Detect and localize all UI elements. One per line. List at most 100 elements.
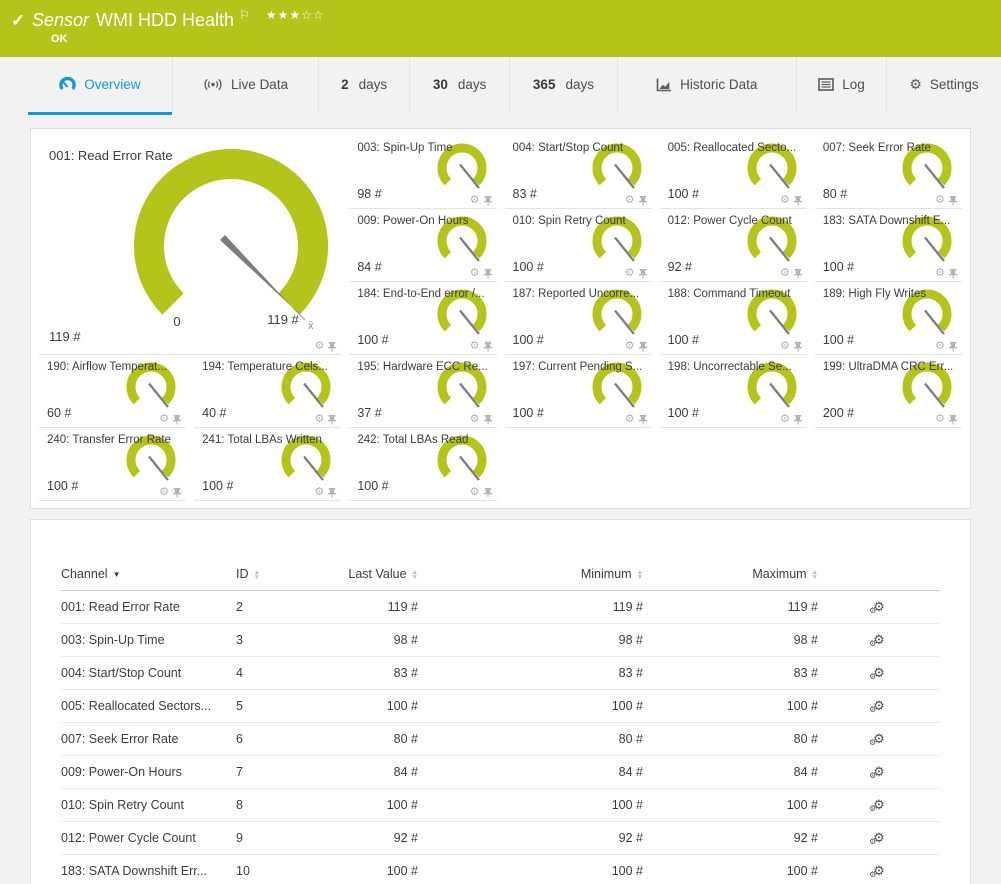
tab-overview[interactable]: Overview — [28, 57, 172, 115]
gear-icon[interactable]: ⚙ — [935, 341, 945, 352]
gear-icon[interactable]: ⚙ — [625, 414, 635, 425]
gear-icon[interactable]: ⚙ — [780, 268, 790, 279]
gauge-tile[interactable]: 242: Total LBAs Read 100 # ⚙ — [349, 428, 496, 501]
gauge-tile[interactable]: 183: SATA Downshift E... 100 # ⚙ — [815, 209, 962, 282]
tab-2-days[interactable]: 2 days — [318, 57, 408, 115]
gear-icon[interactable]: ⚙ — [314, 414, 324, 425]
pin-icon[interactable] — [483, 195, 493, 206]
gauge-tile[interactable]: 197: Current Pending S... 100 # ⚙ — [505, 355, 652, 428]
gauge-tile[interactable]: 198: Uncorrectable Se... 100 # ⚙ — [660, 355, 807, 428]
gear-icon[interactable]: ⚙ — [935, 195, 945, 206]
pin-icon[interactable] — [172, 487, 182, 498]
gear-icon[interactable]: ⚙ — [314, 487, 324, 498]
gauge-tile[interactable]: 012: Power Cycle Count 92 # ⚙ — [660, 209, 807, 282]
pin-icon[interactable] — [793, 195, 803, 206]
cell-channel[interactable]: 005: Reallocated Sectors... — [61, 690, 236, 723]
channel-settings-gears-icon[interactable]: ⚙⚙ — [873, 731, 885, 747]
gauge-tile[interactable]: 003: Spin-Up Time 98 # ⚙ — [349, 136, 496, 209]
column-header-id[interactable]: ID▲▼ — [236, 562, 336, 591]
cell-channel[interactable]: 009: Power-On Hours — [61, 756, 236, 789]
tab-365-days[interactable]: 365 days — [509, 57, 616, 115]
tab-log[interactable]: Log — [796, 57, 886, 115]
gauge-tile[interactable]: 190: Airflow Temperat... 60 # ⚙ — [39, 355, 186, 428]
column-header-channel[interactable]: Channel▼ — [61, 562, 236, 591]
channel-settings-gears-icon[interactable]: ⚙⚙ — [873, 698, 885, 714]
column-header-last-value[interactable]: Last Value▲▼ — [336, 562, 418, 591]
pin-icon[interactable] — [638, 341, 648, 352]
gear-icon[interactable]: ⚙ — [159, 487, 169, 498]
column-header-minimum[interactable]: Minimum▲▼ — [418, 562, 643, 591]
pin-icon[interactable] — [327, 414, 337, 425]
cell-channel[interactable]: 010: Spin Retry Count — [61, 789, 236, 822]
gear-icon[interactable]: ⚙ — [935, 414, 945, 425]
gear-icon[interactable]: ⚙ — [159, 414, 169, 425]
gauge-tile[interactable]: 187: Reported Uncorre... 100 # ⚙ — [505, 282, 652, 355]
channel-settings-gears-icon[interactable]: ⚙⚙ — [873, 863, 885, 879]
pin-icon[interactable] — [483, 268, 493, 279]
pin-icon[interactable] — [327, 341, 337, 352]
pin-icon[interactable] — [948, 341, 958, 352]
gear-icon[interactable]: ⚙ — [314, 341, 324, 352]
gear-icon[interactable]: ⚙ — [470, 414, 480, 425]
pin-icon[interactable] — [483, 487, 493, 498]
pin-icon[interactable] — [793, 268, 803, 279]
cell-channel[interactable]: 012: Power Cycle Count — [61, 822, 236, 855]
pin-icon[interactable] — [948, 268, 958, 279]
channel-settings-gears-icon[interactable]: ⚙⚙ — [873, 665, 885, 681]
pin-icon[interactable] — [483, 341, 493, 352]
pin-icon[interactable] — [172, 414, 182, 425]
pin-icon[interactable] — [793, 341, 803, 352]
pin-icon[interactable] — [793, 414, 803, 425]
gear-icon[interactable]: ⚙ — [780, 341, 790, 352]
cell-channel[interactable]: 183: SATA Downshift Err... — [61, 855, 236, 884]
gear-icon[interactable]: ⚙ — [625, 341, 635, 352]
tab-live-data[interactable]: Live Data — [172, 57, 319, 115]
column-header-maximum[interactable]: Maximum▲▼ — [643, 562, 818, 591]
gauge-tile[interactable]: 184: End-to-End error /... 100 # ⚙ — [349, 282, 496, 355]
gauge-tile[interactable]: 004: Start/Stop Count 83 # ⚙ — [505, 136, 652, 209]
cell-maximum: 83 # — [643, 657, 818, 690]
cell-channel[interactable]: 004: Start/Stop Count — [61, 657, 236, 690]
channel-settings-gears-icon[interactable]: ⚙⚙ — [873, 764, 885, 780]
gauge-tile[interactable]: 009: Power-On Hours 84 # ⚙ — [349, 209, 496, 282]
cell-channel[interactable]: 001: Read Error Rate — [61, 591, 236, 624]
gear-icon[interactable]: ⚙ — [470, 268, 480, 279]
gear-icon[interactable]: ⚙ — [625, 268, 635, 279]
gauge-tile[interactable]: 007: Seek Error Rate 80 # ⚙ — [815, 136, 962, 209]
pin-icon[interactable] — [327, 487, 337, 498]
gear-icon[interactable]: ⚙ — [470, 341, 480, 352]
gear-icon[interactable]: ⚙ — [780, 195, 790, 206]
flag-icon[interactable]: ⚐ — [239, 8, 250, 22]
gauge-tile[interactable]: 189: High Fly Writes 100 # ⚙ — [815, 282, 962, 355]
channel-settings-gears-icon[interactable]: ⚙⚙ — [873, 632, 885, 648]
gauge-tile[interactable]: 199: UltraDMA CRC Err... 200 # ⚙ — [815, 355, 962, 428]
channel-settings-gears-icon[interactable]: ⚙⚙ — [873, 599, 885, 615]
gauge-tile[interactable]: 010: Spin Retry Count 100 # ⚙ — [505, 209, 652, 282]
tab-historic-data[interactable]: Historic Data — [617, 57, 796, 115]
gauge-tile[interactable]: 195: Hardware ECC Re... 37 # ⚙ — [349, 355, 496, 428]
gear-icon[interactable]: ⚙ — [935, 268, 945, 279]
gear-icon[interactable]: ⚙ — [470, 195, 480, 206]
pin-icon[interactable] — [948, 195, 958, 206]
channel-settings-gears-icon[interactable]: ⚙⚙ — [873, 797, 885, 813]
gauge-tile[interactable]: 188: Command Timeout 100 # ⚙ — [660, 282, 807, 355]
cell-channel[interactable]: 003: Spin-Up Time — [61, 624, 236, 657]
tab-settings[interactable]: ⚙ Settings — [886, 57, 1001, 115]
gear-icon[interactable]: ⚙ — [625, 195, 635, 206]
priority-stars[interactable]: ★★★☆☆ — [266, 8, 325, 22]
cell-channel[interactable]: 007: Seek Error Rate — [61, 723, 236, 756]
gauge-tile[interactable]: 241: Total LBAs Written 100 # ⚙ — [194, 428, 341, 501]
gauge-tile[interactable]: 194: Temperature Cels... 40 # ⚙ — [194, 355, 341, 428]
tab-30-days[interactable]: 30 days — [409, 57, 510, 115]
pin-icon[interactable] — [638, 195, 648, 206]
gauge-tile-read-error-rate[interactable]: 001: Read Error Rate x̄ 0 119 # 119 # ⚙ — [39, 136, 341, 355]
pin-icon[interactable] — [638, 414, 648, 425]
pin-icon[interactable] — [948, 414, 958, 425]
pin-icon[interactable] — [638, 268, 648, 279]
pin-icon[interactable] — [483, 414, 493, 425]
gauge-tile[interactable]: 240: Transfer Error Rate 100 # ⚙ — [39, 428, 186, 501]
channel-settings-gears-icon[interactable]: ⚙⚙ — [873, 830, 885, 846]
gear-icon[interactable]: ⚙ — [780, 414, 790, 425]
gauge-tile[interactable]: 005: Reallocated Secto... 100 # ⚙ — [660, 136, 807, 209]
gear-icon[interactable]: ⚙ — [470, 487, 480, 498]
